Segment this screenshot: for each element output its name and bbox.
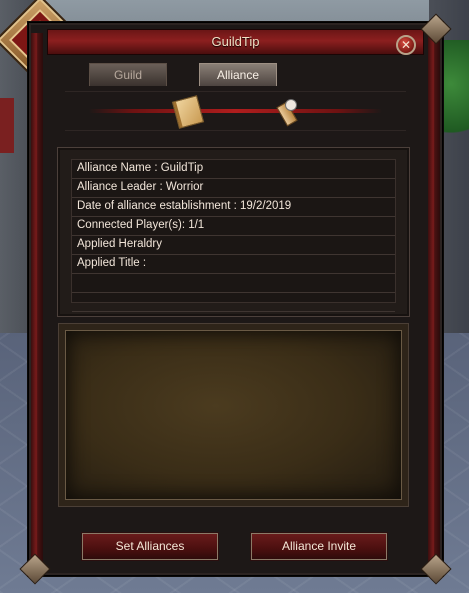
window-rail-right [428,33,440,567]
window-title: GuildTip [211,34,260,49]
tab-guild[interactable]: Guild [89,63,167,86]
book-icon[interactable] [171,95,205,129]
alliance-name-row: Alliance Name : GuildTip [72,160,395,179]
alliance-icon-bar [65,91,406,131]
alliance-info-list: Alliance Name : GuildTip Alliance Leader… [71,159,396,312]
background-banner [0,98,14,153]
empty-row [72,274,395,293]
alliance-info-panel: Alliance Name : GuildTip Alliance Leader… [57,147,410,317]
title-bar: GuildTip ✕ [47,29,424,55]
alliance-date-row: Date of alliance establishment : 19/2/20… [72,198,395,217]
alliance-description-parchment [58,323,409,507]
set-alliances-button[interactable]: Set Alliances [81,532,219,561]
close-icon[interactable]: ✕ [396,35,416,55]
scroll-seal-icon[interactable] [273,97,299,127]
guildtip-window: GuildTip ✕ Guild Alliance Alliance Name … [19,13,452,585]
scroll-seal [285,99,297,111]
alliance-invite-button[interactable]: Alliance Invite [250,532,388,561]
divider-glow [89,109,382,113]
empty-row [72,293,395,312]
tab-alliance[interactable]: Alliance [199,63,277,86]
background-plant [439,40,469,150]
applied-title-row: Applied Title : [72,255,395,274]
alliance-leader-row: Alliance Leader : Worrior [72,179,395,198]
connected-players-row: Connected Player(s): 1/1 [72,217,395,236]
applied-heraldry-row: Applied Heraldry [72,236,395,255]
window-rail-left [31,33,43,567]
